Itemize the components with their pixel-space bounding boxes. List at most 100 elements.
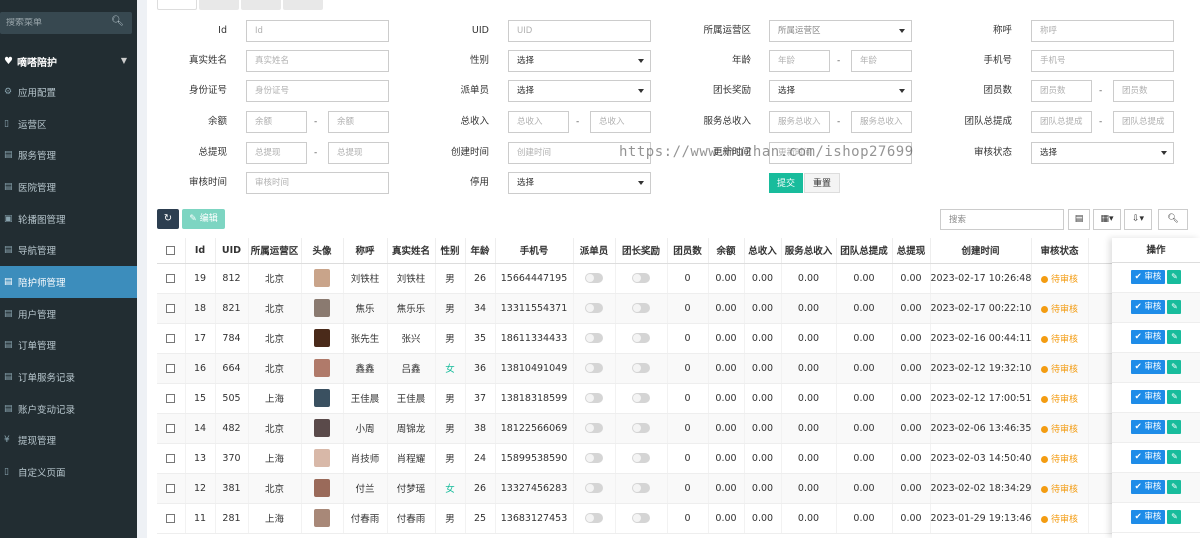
age-min-input[interactable] [769,50,830,72]
id-input[interactable] [246,20,389,42]
row-checkbox[interactable] [166,273,176,283]
leader-reward-toggle[interactable] [632,483,650,493]
leader-reward-toggle[interactable] [632,453,650,463]
edit-row-button[interactable]: ✎ [1167,360,1182,374]
row-checkbox[interactable] [166,303,176,313]
dispatcher-select[interactable]: 选择 [508,80,651,102]
column-header-8[interactable]: 手机号 [495,238,574,264]
avatar[interactable] [314,299,330,317]
nick-input[interactable] [1031,20,1174,42]
sidebar-item-12[interactable]: ▯ 自定义页面 [0,456,137,488]
ctime-input[interactable] [508,142,651,164]
review-button[interactable]: ✔ 审核 [1130,420,1166,434]
status-select[interactable]: 选择 [1031,142,1174,164]
sidebar-item-9[interactable]: ▤ 订单服务记录 [0,361,137,393]
column-header-15[interactable]: 团队总提成 [836,238,893,264]
column-header-5[interactable]: 真实姓名 [387,238,436,264]
row-checkbox[interactable] [166,423,176,433]
edit-row-button[interactable]: ✎ [1167,390,1182,404]
tab-3[interactable] [241,0,281,10]
leader-reward-toggle[interactable] [632,513,650,523]
column-header-1[interactable]: UID [215,238,249,264]
select-all-checkbox-cell[interactable] [157,238,186,264]
avatar[interactable] [314,269,330,287]
tab-all[interactable] [157,0,197,10]
team-withdraw-max-input[interactable] [1113,111,1174,133]
leader-reward-toggle[interactable] [632,393,650,403]
reset-button[interactable]: 重置 [804,173,841,193]
sidebar-item-11[interactable]: ¥ 提现管理 [0,425,137,457]
avatar[interactable] [314,419,330,437]
dispatcher-toggle[interactable] [585,513,603,523]
edit-row-button[interactable]: ✎ [1167,300,1182,314]
row-checkbox-cell[interactable] [157,413,186,444]
column-header-12[interactable]: 余额 [708,238,745,264]
avatar[interactable] [314,449,330,467]
region-select[interactable]: 所属运营区 [769,20,912,42]
review-button[interactable]: ✔ 审核 [1130,270,1166,284]
realname-input[interactable] [246,50,389,72]
rtime-input[interactable] [246,172,389,194]
avatar[interactable] [314,389,330,407]
column-header-18[interactable]: 审核状态 [1031,238,1089,264]
row-checkbox-cell[interactable] [157,263,186,294]
edit-row-button[interactable]: ✎ [1167,450,1182,464]
tab-2[interactable] [199,0,239,10]
column-header-4[interactable]: 称呼 [343,238,388,264]
export-button[interactable]: ⇩▾ [1124,209,1152,230]
edit-row-button[interactable]: ✎ [1167,510,1182,524]
sidebar-item-6[interactable]: ▤ 陪护师管理 [0,266,137,298]
dispatcher-toggle[interactable] [585,423,603,433]
dispatcher-toggle[interactable] [585,453,603,463]
svc-income-max-input[interactable] [851,111,912,133]
advanced-search-button[interactable]: 🔍︎ [1158,209,1188,230]
column-header-7[interactable]: 年龄 [465,238,496,264]
svc-income-min-input[interactable] [769,111,830,133]
refresh-button[interactable]: ↻ [157,209,179,229]
sidebar-item-1[interactable]: ▯ 运营区 [0,108,137,140]
review-button[interactable]: ✔ 审核 [1130,480,1166,494]
edit-button[interactable]: ✎ 编辑 [182,209,225,229]
table-search-input[interactable] [940,209,1064,230]
row-checkbox-cell[interactable] [157,383,186,414]
avatar[interactable] [314,359,330,377]
leader-reward-toggle[interactable] [632,303,650,313]
review-button[interactable]: ✔ 审核 [1130,330,1166,344]
dispatcher-toggle[interactable] [585,393,603,403]
dispatcher-toggle[interactable] [585,273,603,283]
row-checkbox[interactable] [166,363,176,373]
row-checkbox[interactable] [166,333,176,343]
search-icon[interactable]: 🔍︎ [111,16,124,27]
review-button[interactable]: ✔ 审核 [1130,390,1166,404]
dispatcher-toggle[interactable] [585,303,603,313]
toggle-view-button[interactable]: ▤ [1068,209,1090,230]
row-checkbox-cell[interactable] [157,443,186,474]
leader-select[interactable]: 选择 [769,80,912,102]
column-header-17[interactable]: 创建时间 [930,238,1032,264]
edit-row-button[interactable]: ✎ [1167,480,1182,494]
row-checkbox-cell[interactable] [157,473,186,504]
dispatcher-toggle[interactable] [585,363,603,373]
edit-row-button[interactable]: ✎ [1167,330,1182,344]
row-checkbox[interactable] [166,393,176,403]
team-withdraw-min-input[interactable] [1031,111,1092,133]
gender-select[interactable]: 选择 [508,50,651,72]
select-all-checkbox[interactable] [166,245,176,255]
review-button[interactable]: ✔ 审核 [1130,450,1166,464]
sidebar-item-10[interactable]: ▤ 账户变动记录 [0,393,137,425]
withdraw-min-input[interactable] [246,142,307,164]
sidebar-item-4[interactable]: ▣ 轮播图管理 [0,203,137,235]
menu-search-input[interactable] [6,18,106,28]
stop-select[interactable]: 选择 [508,172,651,194]
sidebar-item-3[interactable]: ▤ 医院管理 [0,171,137,203]
column-header-2[interactable]: 所属运营区 [248,238,302,264]
income-max-input[interactable] [590,111,651,133]
sidebar-item-8[interactable]: ▤ 订单管理 [0,330,137,362]
age-max-input[interactable] [851,50,912,72]
column-header-13[interactable]: 总收入 [744,238,782,264]
submit-button[interactable]: 提交 [769,173,804,193]
withdraw-max-input[interactable] [328,142,389,164]
column-header-16[interactable]: 总提现 [892,238,931,264]
leader-reward-toggle[interactable] [632,363,650,373]
idcard-input[interactable] [246,80,389,102]
